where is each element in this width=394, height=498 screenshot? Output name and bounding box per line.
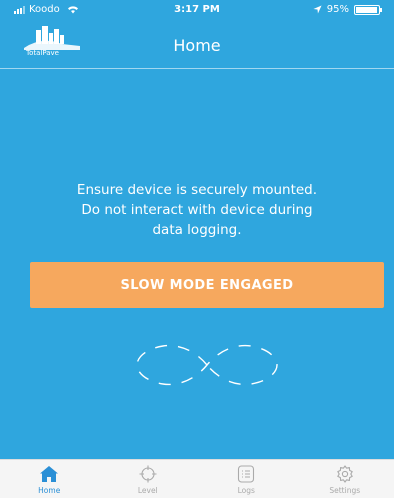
- page-title: Home: [173, 36, 221, 55]
- battery-percent: 95%: [326, 4, 349, 15]
- message-line-1: Ensure device is securely mounted.: [76, 182, 318, 198]
- message-line-3: data logging.: [152, 222, 242, 238]
- tab-logs[interactable]: Logs: [197, 460, 296, 498]
- slow-mode-button[interactable]: SLOW MODE ENGAGED: [30, 262, 384, 308]
- battery-fill: [356, 6, 377, 13]
- tab-level[interactable]: Level: [99, 460, 198, 498]
- header-divider: [0, 68, 394, 69]
- header: TotalPave Home: [0, 22, 394, 64]
- gear-icon: [337, 465, 353, 483]
- status-bar: Koodo 3:17 PM 95%: [0, 0, 394, 20]
- tab-settings[interactable]: Settings: [296, 460, 394, 498]
- tab-logs-label: Logs: [237, 486, 255, 495]
- message-line-2: Do not interact with device during: [81, 202, 313, 218]
- tab-level-label: Level: [137, 486, 158, 495]
- list-icon: [238, 465, 255, 483]
- status-right: 95%: [313, 4, 382, 15]
- tab-settings-label: Settings: [329, 486, 361, 495]
- crosshair-icon: [139, 465, 157, 483]
- app-screen: Koodo 3:17 PM 95% TotalPave Home Ensure …: [0, 0, 394, 498]
- tab-bar: Home Level Logs Settings: [0, 459, 394, 498]
- battery-icon: [354, 4, 382, 15]
- infinity-loader-icon: [136, 344, 278, 386]
- tab-home[interactable]: Home: [0, 460, 99, 498]
- location-arrow-icon: [313, 5, 322, 14]
- home-icon: [40, 466, 59, 482]
- tab-home-label: Home: [38, 486, 61, 495]
- instruction-message: Ensure device is securely mounted. Do no…: [40, 180, 354, 240]
